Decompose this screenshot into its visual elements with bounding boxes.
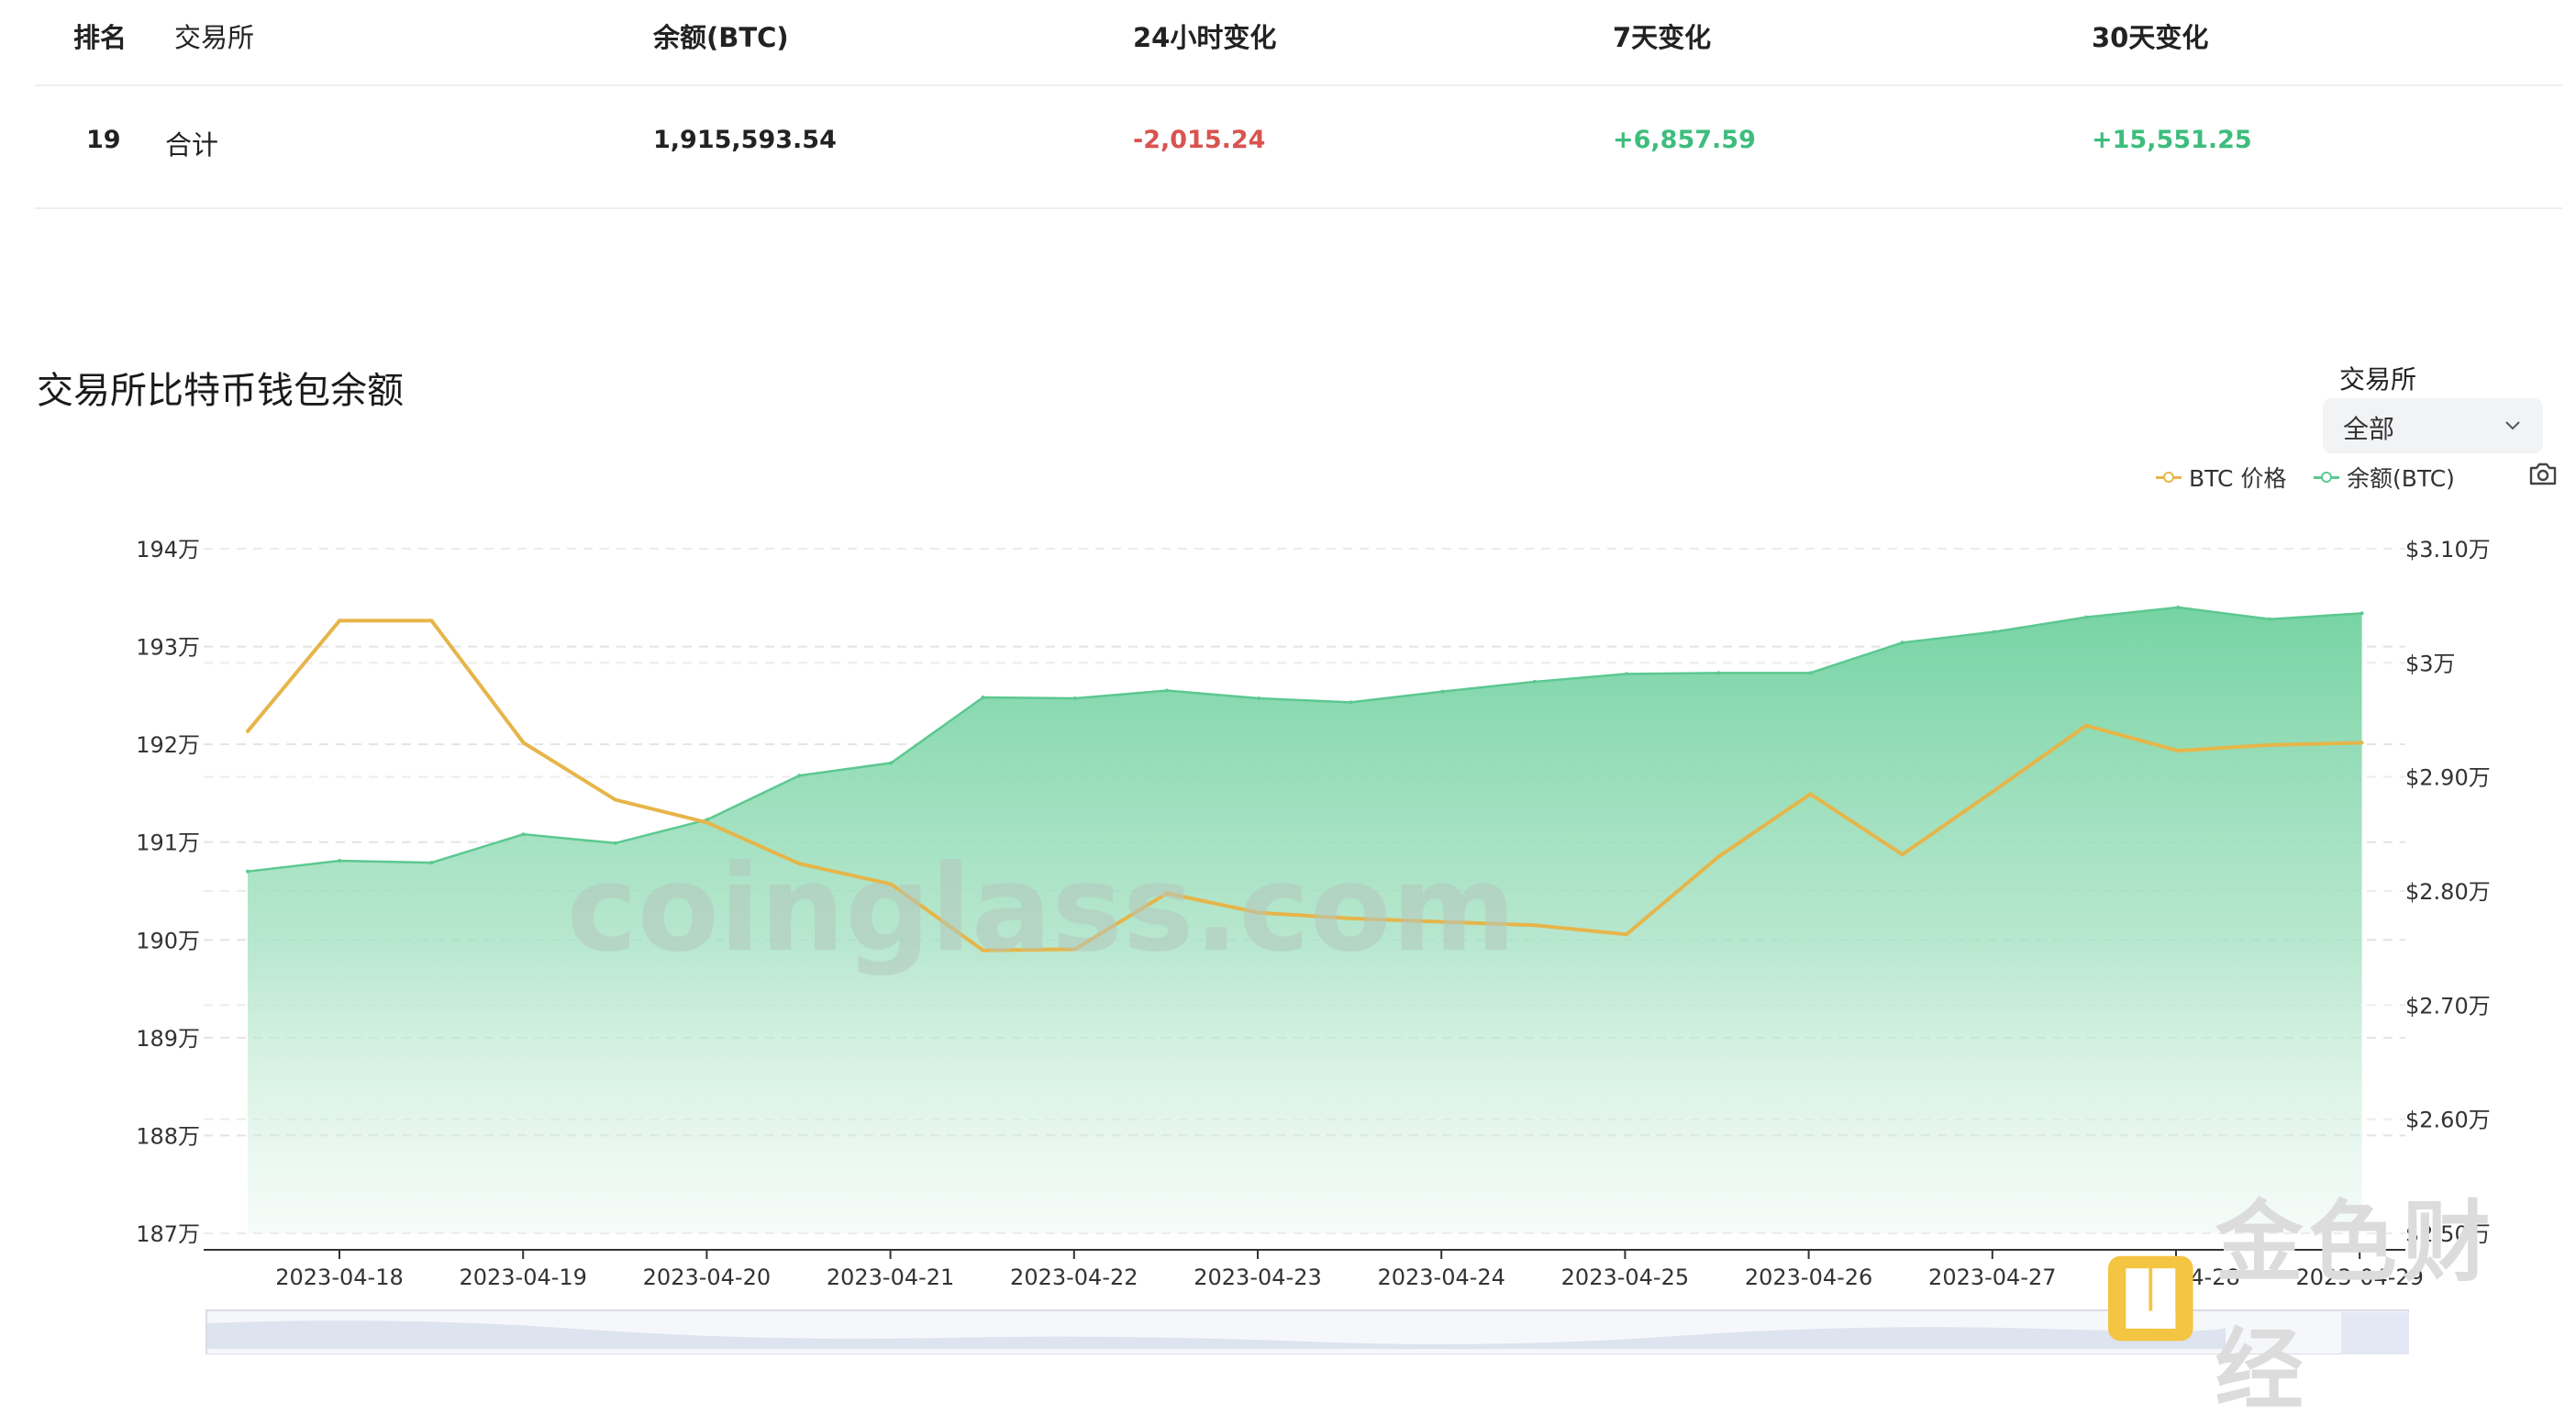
price-point [613, 797, 617, 802]
y-left-tick-label: 190万 [136, 928, 200, 953]
y-right-tick-label: $2.60万 [2405, 1108, 2491, 1133]
price-point [2176, 749, 2181, 753]
x-tick-label: 2023-04-26 [1745, 1264, 1872, 1290]
price-point [246, 729, 250, 733]
balance-point [1808, 671, 1813, 675]
y-left-tick-label: 188万 [136, 1123, 200, 1149]
x-tick-label: 2023-04-19 [459, 1264, 586, 1290]
chart-watermark: coinglass.com [567, 839, 1516, 978]
x-tick-label: 2023-04-20 [643, 1264, 771, 1290]
balance-point [2359, 611, 2364, 616]
balance-point [2084, 615, 2088, 619]
price-point [429, 618, 434, 623]
y-right-tick-label: $3万 [2405, 651, 2456, 676]
balance-point [2176, 605, 2181, 609]
x-tick-label: 2023-04-24 [1377, 1264, 1505, 1290]
balance-point [889, 761, 894, 765]
x-tick-label: 2023-04-18 [275, 1264, 403, 1290]
x-tick-label: 2023-04-23 [1194, 1264, 1321, 1290]
balance-point [429, 861, 434, 865]
x-tick-label: 2023-04-25 [1561, 1264, 1689, 1290]
balance-point [1625, 672, 1628, 676]
balance-point [1072, 696, 1077, 701]
balance-point [1440, 689, 1445, 694]
price-point [1625, 932, 1628, 937]
balance-point [1900, 641, 1904, 645]
balance-point [1165, 688, 1169, 693]
y-left-tick-label: 194万 [136, 537, 200, 563]
price-point [1808, 792, 1813, 797]
price-point [705, 820, 709, 825]
balance-point [246, 869, 250, 874]
brand-text: 金色财经 [2215, 1191, 2496, 1421]
price-point [521, 741, 526, 745]
balance-point [2268, 617, 2272, 621]
price-point [1716, 854, 1721, 859]
x-tick-label: 2023-04-27 [1928, 1264, 2056, 1290]
price-point [2359, 741, 2364, 745]
balance-point [981, 695, 985, 699]
balance-point [1349, 700, 1353, 705]
balance-point [1716, 671, 1721, 675]
y-right-tick-label: $2.80万 [2405, 879, 2491, 905]
price-point [1992, 788, 1996, 793]
x-tick-label: 2023-04-21 [827, 1264, 954, 1290]
balance-point [1532, 679, 1537, 684]
price-point [338, 618, 342, 623]
balance-point [1992, 629, 1996, 634]
y-right-tick-label: $2.70万 [2405, 993, 2491, 1019]
y-right-tick-label: $2.90万 [2405, 765, 2491, 791]
y-left-tick-label: 192万 [136, 732, 200, 758]
price-point [2084, 723, 2088, 728]
y-left-tick-label: 189万 [136, 1026, 200, 1052]
balance-point [797, 774, 802, 778]
brand-logo-icon [2108, 1255, 2193, 1342]
price-point [2268, 742, 2272, 747]
balance-point [1257, 696, 1261, 701]
y-left-tick-label: 193万 [136, 635, 200, 661]
price-point [1900, 852, 1904, 857]
y-left-tick-label: 191万 [136, 830, 200, 856]
balance-price-chart: 194万 193万 192万 191万 190万 189万 188万 187万 $3.10万 $… [136, 537, 2491, 1354]
y-left-tick-label: 187万 [136, 1221, 200, 1247]
balance-point [338, 858, 342, 863]
zoom-slider[interactable] [205, 1309, 2409, 1354]
x-tick-label: 2023-04-22 [1010, 1264, 1138, 1290]
balance-point [521, 832, 526, 837]
price-point [1532, 923, 1537, 928]
y-right-tick-label: $3.10万 [2405, 537, 2491, 563]
brand-watermark: 金色财经 [2108, 1191, 2576, 1421]
